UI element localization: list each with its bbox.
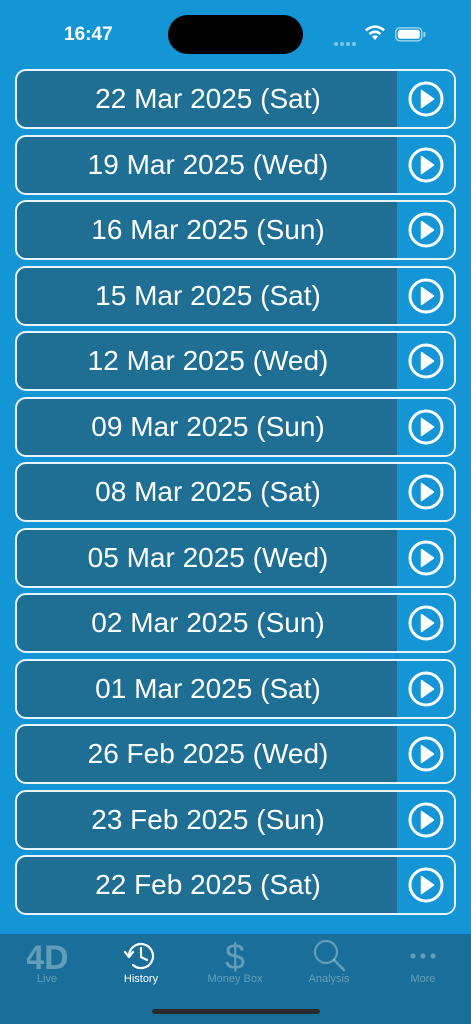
magnifier-icon	[282, 938, 376, 974]
play-arrow-icon[interactable]	[397, 529, 454, 586]
history-row[interactable]: 02 Mar 2025 (Sun)	[15, 593, 456, 653]
history-clock-icon	[94, 938, 188, 974]
tab-analysis-label: Analysis	[308, 973, 350, 985]
more-dots-icon	[376, 938, 470, 974]
tab-live[interactable]: 4D Live	[0, 934, 94, 994]
status-bar: 16:47	[0, 0, 471, 66]
history-row[interactable]: 15 Mar 2025 (Sat)	[15, 265, 456, 326]
history-date-label: 26 Feb 2025 (Wed)	[87, 738, 329, 769]
history-row[interactable]: 22 Mar 2025 (Sat)	[15, 69, 456, 129]
history-date-label: 15 Mar 2025 (Sat)	[95, 279, 321, 311]
wifi-icon	[364, 25, 386, 46]
dynamic-island	[168, 15, 303, 54]
play-arrow-icon[interactable]	[397, 791, 454, 848]
home-indicator	[152, 1009, 320, 1014]
tab-money-box-label: Money Box	[207, 973, 263, 985]
tab-more-label: More	[410, 973, 436, 985]
tab-more[interactable]: More	[376, 934, 470, 994]
tab-live-label: Live	[36, 973, 58, 985]
history-date-label: 22 Mar 2025 (Sat)	[95, 83, 321, 114]
history-date-label: 16 Mar 2025 (Sun)	[91, 214, 325, 245]
status-time: 16:47	[64, 24, 113, 45]
history-row[interactable]: 09 Mar 2025 (Sun)	[15, 396, 456, 457]
history-date-label: 19 Mar 2025 (Wed)	[87, 148, 329, 180]
play-arrow-icon[interactable]	[397, 136, 454, 193]
history-row[interactable]: 23 Feb 2025 (Sun)	[15, 789, 456, 850]
play-arrow-icon[interactable]	[397, 71, 454, 127]
cellular-signal-icon	[334, 33, 358, 51]
history-row[interactable]: 08 Mar 2025 (Sat)	[15, 462, 456, 522]
svg-text:$: $	[225, 938, 245, 974]
dollar-icon: $	[188, 938, 282, 974]
history-row[interactable]: 05 Mar 2025 (Wed)	[15, 527, 456, 588]
history-date-label: 09 Mar 2025 (Sun)	[91, 410, 325, 442]
tab-money-box[interactable]: $ Money Box	[188, 934, 282, 994]
history-row[interactable]: 16 Mar 2025 (Sun)	[15, 200, 456, 260]
history-date-label: 05 Mar 2025 (Wed)	[87, 541, 329, 573]
history-row[interactable]: 12 Mar 2025 (Wed)	[15, 331, 456, 391]
4d-logo-icon: 4D	[0, 938, 94, 974]
history-row[interactable]: 19 Mar 2025 (Wed)	[15, 134, 456, 195]
history-date-label: 02 Mar 2025 (Sun)	[91, 607, 325, 638]
history-date-label: 01 Mar 2025 (Sat)	[95, 672, 321, 704]
history-row[interactable]: 01 Mar 2025 (Sat)	[15, 658, 456, 719]
tab-history-label: History	[123, 973, 159, 985]
history-row[interactable]: 26 Feb 2025 (Wed)	[15, 724, 456, 784]
play-arrow-icon[interactable]	[397, 660, 454, 717]
history-row[interactable]: 22 Feb 2025 (Sat)	[15, 855, 456, 915]
history-date-label: 22 Feb 2025 (Sat)	[95, 869, 321, 900]
tab-analysis[interactable]: Analysis	[282, 934, 376, 994]
play-arrow-icon[interactable]	[397, 202, 454, 258]
play-arrow-icon[interactable]	[397, 333, 454, 389]
history-date-label: 12 Mar 2025 (Wed)	[87, 345, 329, 376]
tab-history[interactable]: History	[94, 934, 188, 994]
play-arrow-icon[interactable]	[397, 726, 454, 782]
play-arrow-icon[interactable]	[397, 857, 454, 913]
battery-icon	[395, 27, 427, 47]
svg-text:4D: 4D	[27, 939, 67, 974]
play-arrow-icon[interactable]	[397, 595, 454, 651]
play-arrow-icon[interactable]	[397, 464, 454, 520]
history-date-label: 08 Mar 2025 (Sat)	[95, 476, 321, 507]
play-arrow-icon[interactable]	[397, 398, 454, 455]
play-arrow-icon[interactable]	[397, 267, 454, 324]
history-date-label: 23 Feb 2025 (Sun)	[91, 803, 325, 835]
history-list[interactable]: 22 Mar 2025 (Sat) 19 Mar 2025 (Wed) 16 Mar…	[15, 69, 456, 934]
